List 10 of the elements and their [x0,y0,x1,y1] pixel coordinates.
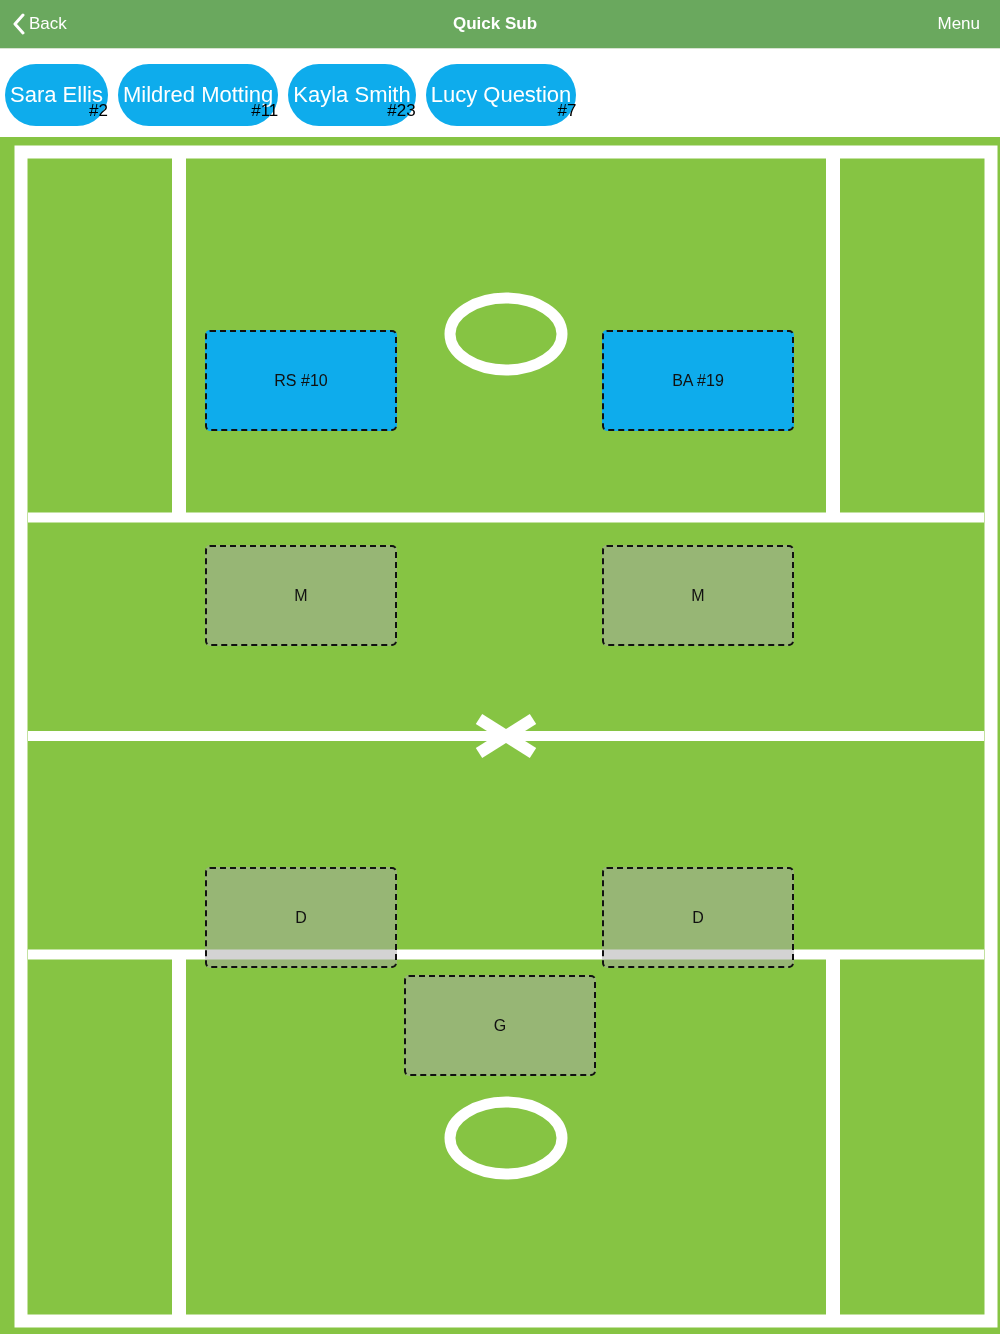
screen-title: Quick Sub [452,14,538,34]
center-x-mark [475,713,537,759]
position-slot[interactable]: D [205,867,397,968]
position-slot[interactable]: D [602,867,794,968]
position-slot[interactable]: G [404,975,596,1076]
chevron-left-icon [12,13,25,35]
position-slot[interactable]: BA #19 [602,330,794,431]
position-slot[interactable]: M [602,545,794,646]
position-slot[interactable]: RS #10 [205,330,397,431]
position-slot[interactable]: M [205,545,397,646]
